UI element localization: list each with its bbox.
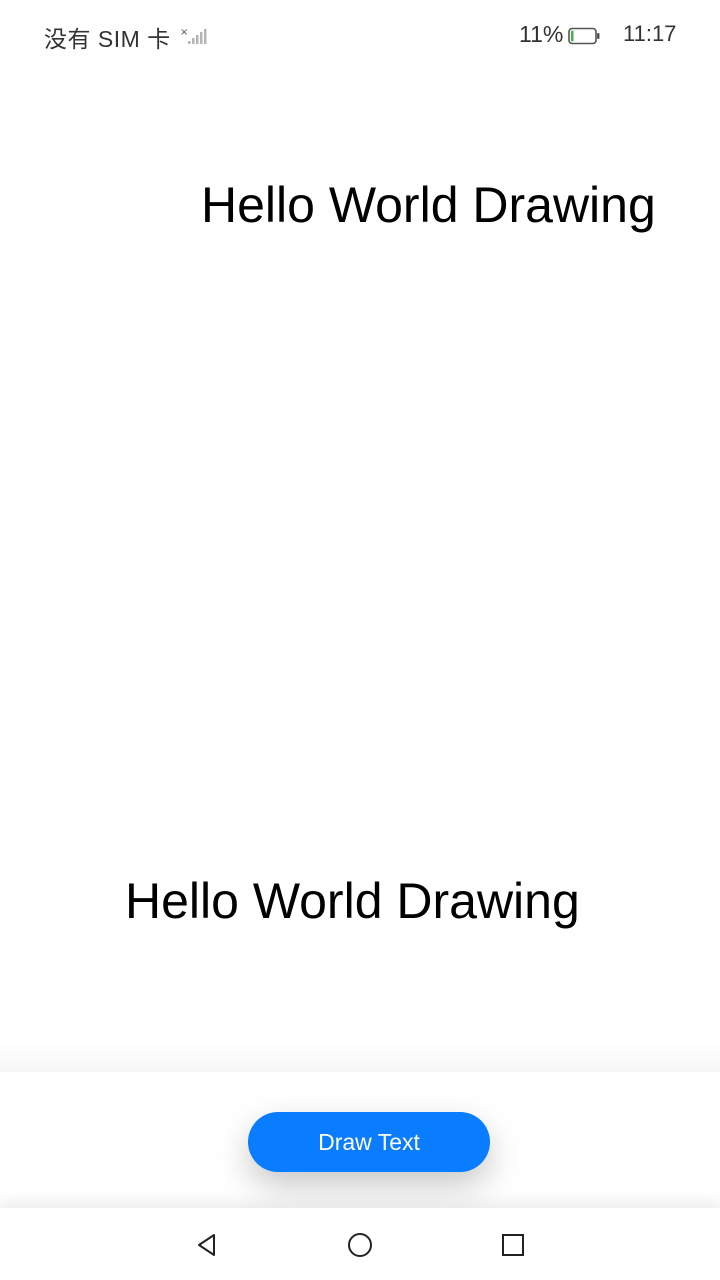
carrier-label: 没有 SIM 卡 (44, 26, 171, 52)
panel-shadow (0, 1040, 720, 1072)
control-panel: Draw Text (0, 1072, 720, 1208)
draw-text-button[interactable]: Draw Text (248, 1112, 490, 1172)
app-screen: 没有 SIM 卡 × 11% 11:17 Hello World Drawing… (0, 0, 720, 1280)
battery-low-icon (568, 27, 600, 45)
signal-no-sim-icon: × (180, 26, 210, 46)
svg-text:×: × (180, 27, 188, 38)
drawn-text: Hello World Drawing (125, 873, 580, 929)
clock: 11:17 (623, 21, 677, 46)
drawn-text: Hello World Drawing (201, 177, 656, 233)
battery-percent: 11% (519, 21, 564, 47)
status-bar: 没有 SIM 卡 × 11% 11:17 (0, 0, 720, 72)
home-circle-icon[interactable] (345, 1230, 375, 1260)
recent-square-icon[interactable] (498, 1230, 528, 1260)
back-triangle-icon[interactable] (192, 1230, 222, 1260)
navigation-bar (0, 1208, 720, 1280)
